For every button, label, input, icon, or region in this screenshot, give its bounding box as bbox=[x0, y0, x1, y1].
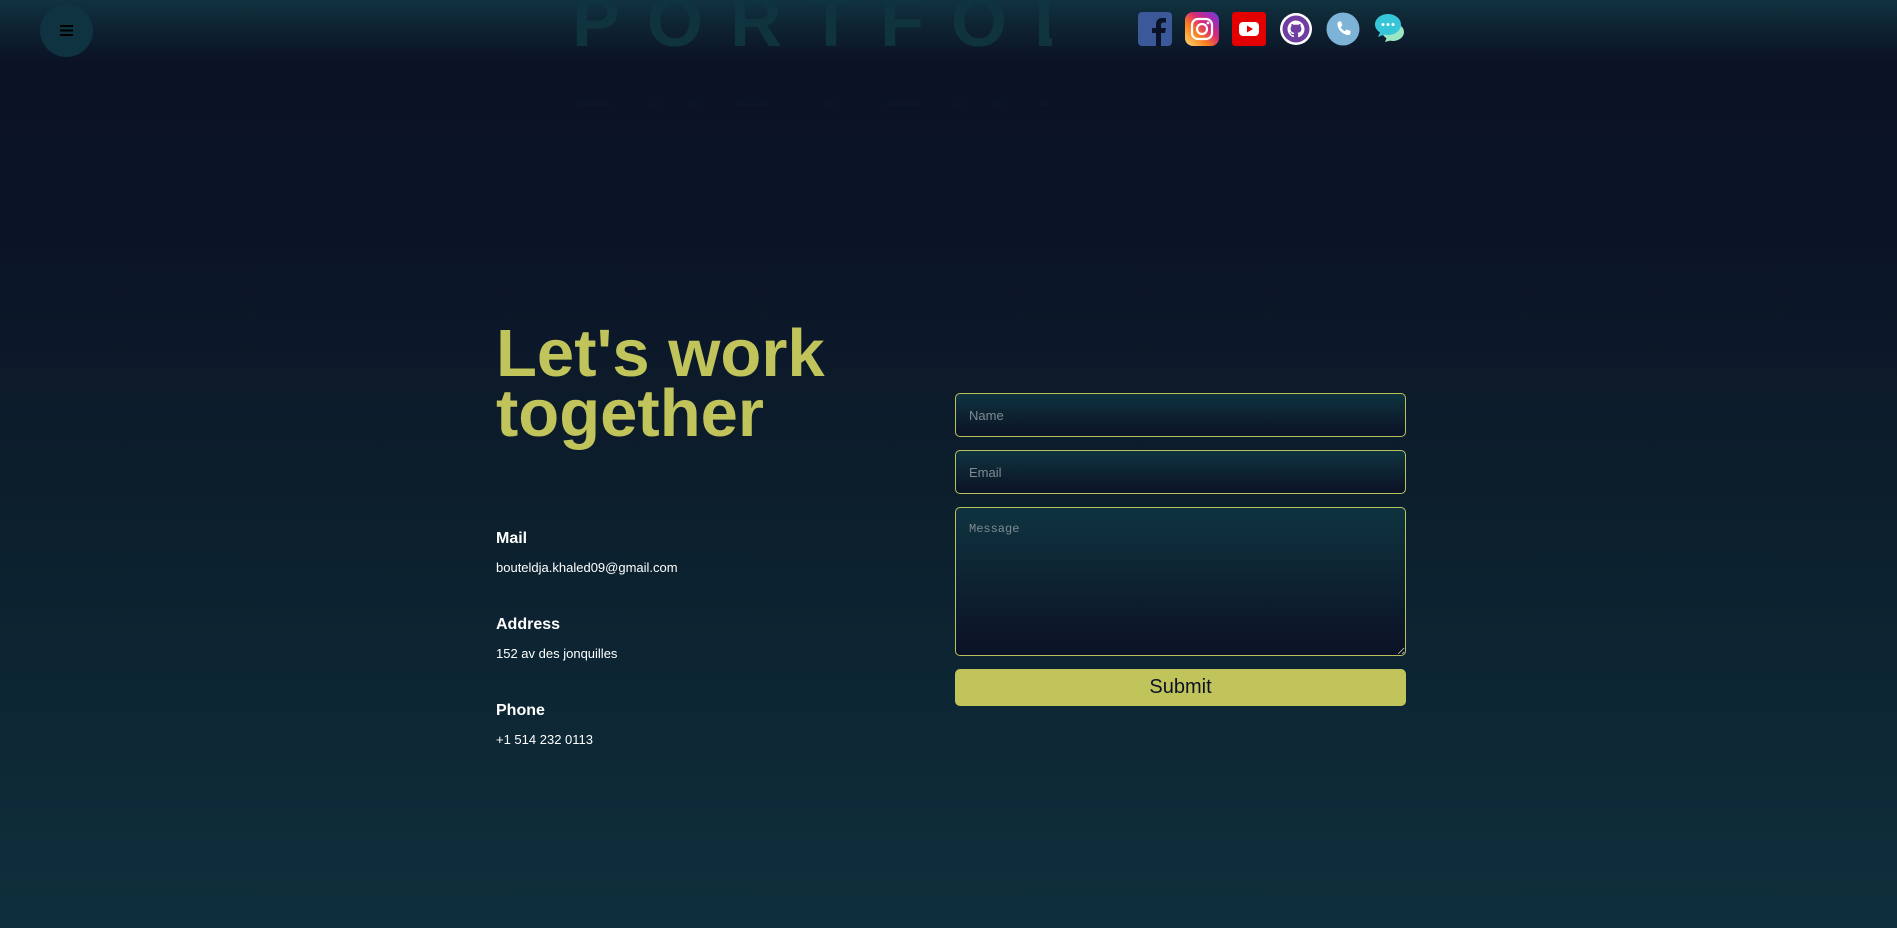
instagram-link[interactable] bbox=[1185, 12, 1219, 46]
top-header: PORTFOLIO PORTFOLIO bbox=[0, 0, 1897, 106]
phone-icon bbox=[1326, 12, 1360, 46]
address-label: Address bbox=[496, 616, 561, 633]
chat-link[interactable] bbox=[1373, 12, 1407, 46]
mail-label: Mail bbox=[496, 530, 528, 547]
hamburger-menu-icon bbox=[60, 25, 73, 36]
address-info: Address 152 av des jonquilles bbox=[496, 616, 617, 661]
facebook-link[interactable] bbox=[1138, 12, 1172, 46]
phone-info: Phone +1 514 232 0113 bbox=[496, 702, 593, 747]
portfolio-logo[interactable]: PORTFOLIO PORTFOLIO bbox=[572, 0, 1052, 106]
mail-info: Mail bouteldja.khaled09@gmail.com bbox=[496, 530, 678, 575]
email-input[interactable] bbox=[955, 450, 1406, 494]
address-value: 152 av des jonquilles bbox=[496, 646, 618, 661]
youtube-link[interactable] bbox=[1232, 12, 1266, 46]
social-links bbox=[1138, 12, 1407, 46]
name-input[interactable] bbox=[955, 393, 1406, 437]
message-textarea[interactable] bbox=[955, 507, 1406, 656]
logo-reflection: PORTFOLIO bbox=[572, 68, 1052, 106]
youtube-icon bbox=[1232, 12, 1266, 46]
instagram-icon bbox=[1185, 12, 1219, 46]
facebook-icon bbox=[1138, 12, 1172, 46]
github-link[interactable] bbox=[1279, 12, 1313, 46]
logo-text: PORTFOLIO bbox=[572, 0, 1052, 62]
contact-heading: Let's work together bbox=[496, 316, 825, 451]
chat-icon bbox=[1375, 14, 1404, 42]
submit-button[interactable]: Submit bbox=[955, 669, 1406, 706]
github-icon bbox=[1280, 13, 1312, 45]
phone-value: +1 514 232 0113 bbox=[496, 732, 593, 747]
phone-link[interactable] bbox=[1326, 12, 1360, 46]
phone-label: Phone bbox=[496, 702, 545, 719]
mail-value: bouteldja.khaled09@gmail.com bbox=[496, 560, 678, 575]
menu-button[interactable] bbox=[40, 4, 93, 57]
